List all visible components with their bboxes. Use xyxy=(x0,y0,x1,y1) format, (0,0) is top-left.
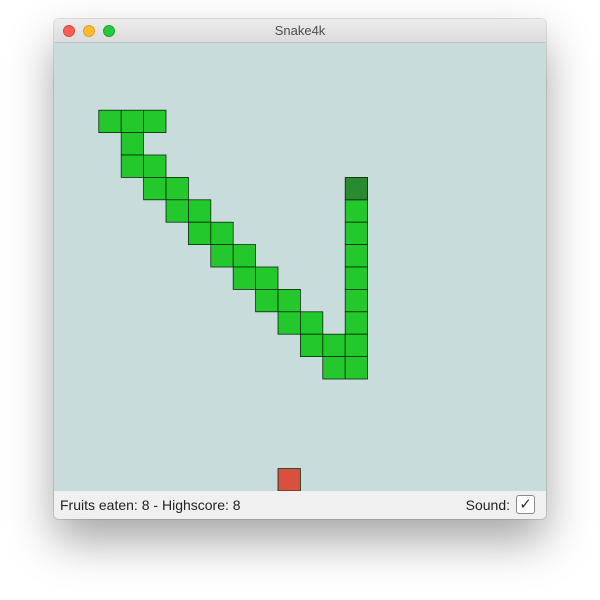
snake-segment xyxy=(143,176,167,201)
fruits-count: 8 xyxy=(141,497,150,513)
snake-segment xyxy=(98,109,122,133)
snake-segment xyxy=(344,199,369,223)
snake-segment xyxy=(344,288,369,313)
snake-segment xyxy=(344,244,369,268)
highscore-label: Highscore: xyxy=(161,497,229,513)
snake-segment xyxy=(344,333,369,358)
snake-segment xyxy=(322,333,346,358)
snake-segment xyxy=(120,154,144,178)
snake-segment xyxy=(299,311,324,335)
fruits-label: Fruits eaten: xyxy=(60,497,138,513)
snake-segment xyxy=(277,288,301,313)
status-bar: Fruits eaten: 8 - Highscore: 8 Sound: ✓ xyxy=(54,491,546,519)
snake-segment xyxy=(165,199,189,223)
fruit xyxy=(277,468,301,491)
snake-segment xyxy=(210,244,234,268)
checkmark-icon: ✓ xyxy=(519,496,532,513)
snake-segment xyxy=(143,154,167,178)
board-canvas xyxy=(98,109,369,491)
snake-segment xyxy=(277,311,301,335)
snake-segment xyxy=(143,109,167,133)
sound-label: Sound: xyxy=(465,497,510,513)
snake-segment xyxy=(187,199,212,223)
score-text: Fruits eaten: 8 - Highscore: 8 xyxy=(60,491,241,519)
snake-segment xyxy=(187,221,212,245)
sound-checkbox[interactable]: ✓ xyxy=(516,495,535,514)
snake-segment xyxy=(299,333,324,358)
snake-segment xyxy=(210,221,234,245)
snake-segment xyxy=(344,266,369,290)
title-bar: Snake4k xyxy=(54,19,546,43)
game-window: Snake4k Fruits eaten: 8 - Highscore: 8 S… xyxy=(54,19,546,519)
snake-segment xyxy=(255,288,279,313)
snake-head xyxy=(344,176,369,201)
score-separator: - xyxy=(153,497,159,513)
snake-segment xyxy=(344,311,369,335)
snake-segment xyxy=(344,221,369,245)
snake-segment xyxy=(120,109,144,133)
snake-segment xyxy=(232,244,256,268)
snake-segment xyxy=(165,176,189,201)
game-board[interactable] xyxy=(54,43,546,491)
highscore-value: 8 xyxy=(232,497,241,513)
snake-segment xyxy=(232,266,256,290)
snake-segment xyxy=(255,266,279,290)
snake-segment xyxy=(120,132,144,156)
snake-segment xyxy=(344,356,369,380)
window-title: Snake4k xyxy=(274,23,326,38)
snake-segment xyxy=(322,356,346,380)
